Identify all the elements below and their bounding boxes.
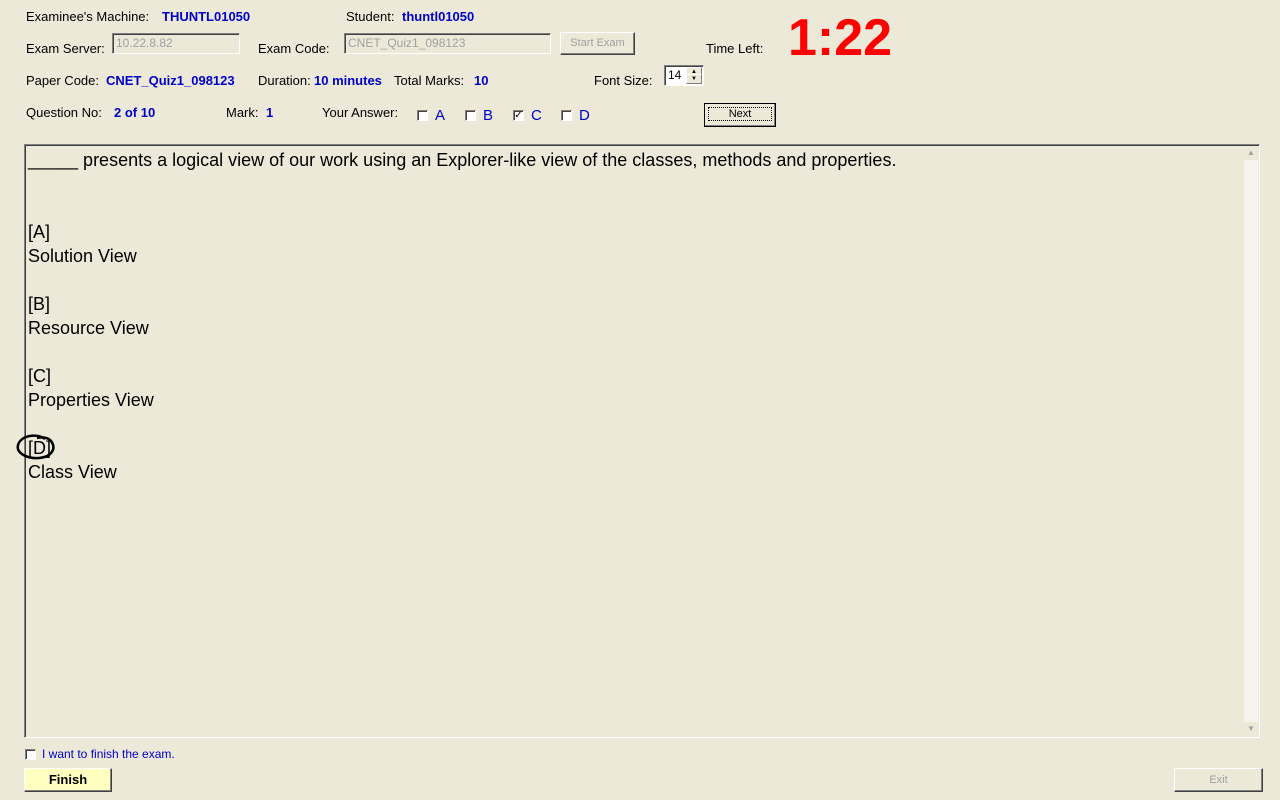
scroll-down-icon[interactable]: ▼	[1244, 722, 1258, 736]
exam-server-field[interactable]: 10.22.8.82	[112, 33, 240, 54]
option-key-c: [C]	[28, 366, 52, 386]
option-text-d: Class View	[28, 462, 117, 482]
option-key-a: [A]	[28, 222, 51, 242]
question-no-label: Question No:	[26, 105, 102, 120]
answer-label-c[interactable]: C	[531, 107, 542, 124]
next-button-label: Next	[707, 107, 773, 121]
finish-exam-check-label[interactable]: I want to finish the exam.	[42, 747, 175, 761]
scroll-up-icon[interactable]: ▲	[1244, 146, 1258, 160]
duration-value: 10 minutes	[314, 73, 382, 88]
answer-checkbox-a[interactable]	[417, 110, 428, 121]
mark-value: 1	[266, 105, 274, 120]
handwritten-circle-annotation	[16, 434, 55, 460]
exam-server-label: Exam Server:	[26, 41, 105, 56]
student-value: thuntl01050	[402, 9, 475, 24]
exam-code-label: Exam Code:	[258, 41, 330, 56]
font-size-spinner[interactable]: 14 ▲ ▼	[664, 65, 704, 86]
paper-code-value: CNET_Quiz1_098123	[106, 73, 235, 88]
question-no-value: 2 of 10	[114, 105, 156, 120]
machine-value: THUNTL01050	[162, 9, 251, 24]
finish-exam-checkbox[interactable]	[25, 749, 36, 760]
spin-down-icon[interactable]: ▼	[686, 74, 702, 84]
machine-label: Examinee's Machine:	[26, 9, 150, 24]
answer-label-d[interactable]: D	[579, 107, 590, 124]
answer-label-b[interactable]: B	[483, 107, 493, 124]
next-button[interactable]: Next	[704, 103, 776, 127]
checkmark-icon: ✓	[514, 110, 523, 121]
question-scrollbar[interactable]: ▲ ▼	[1244, 146, 1258, 736]
time-left-value: 1:22	[788, 9, 893, 67]
answer-label-a[interactable]: A	[435, 107, 445, 124]
paper-code-label: Paper Code:	[26, 73, 99, 88]
exit-button[interactable]: Exit	[1174, 768, 1263, 792]
student-label: Student:	[346, 9, 395, 24]
mark-label: Mark:	[226, 105, 259, 120]
font-size-label: Font Size:	[594, 73, 653, 88]
question-panel[interactable]: _____ presents a logical view of our wor…	[16, 144, 1260, 738]
answer-checkbox-b[interactable]	[465, 110, 476, 121]
answer-checkbox-d[interactable]	[561, 110, 572, 121]
question-stem: _____ presents a logical view of our wor…	[28, 150, 897, 170]
time-left-label: Time Left:	[706, 41, 764, 56]
exam-code-field[interactable]: CNET_Quiz1_098123	[344, 33, 551, 54]
option-text-c: Properties View	[28, 390, 154, 410]
font-size-value: 14	[668, 68, 682, 82]
start-exam-button[interactable]: Start Exam	[560, 32, 635, 55]
total-marks-label: Total Marks:	[394, 73, 465, 88]
total-marks-value: 10	[474, 73, 489, 88]
option-key-b: [B]	[28, 294, 51, 314]
finish-button[interactable]: Finish	[24, 768, 112, 792]
option-text-a: Solution View	[28, 246, 137, 266]
answer-checkbox-c[interactable]: ✓	[513, 110, 524, 121]
duration-label: Duration:	[258, 73, 311, 88]
your-answer-label: Your Answer:	[322, 105, 399, 120]
option-text-b: Resource View	[28, 318, 149, 338]
